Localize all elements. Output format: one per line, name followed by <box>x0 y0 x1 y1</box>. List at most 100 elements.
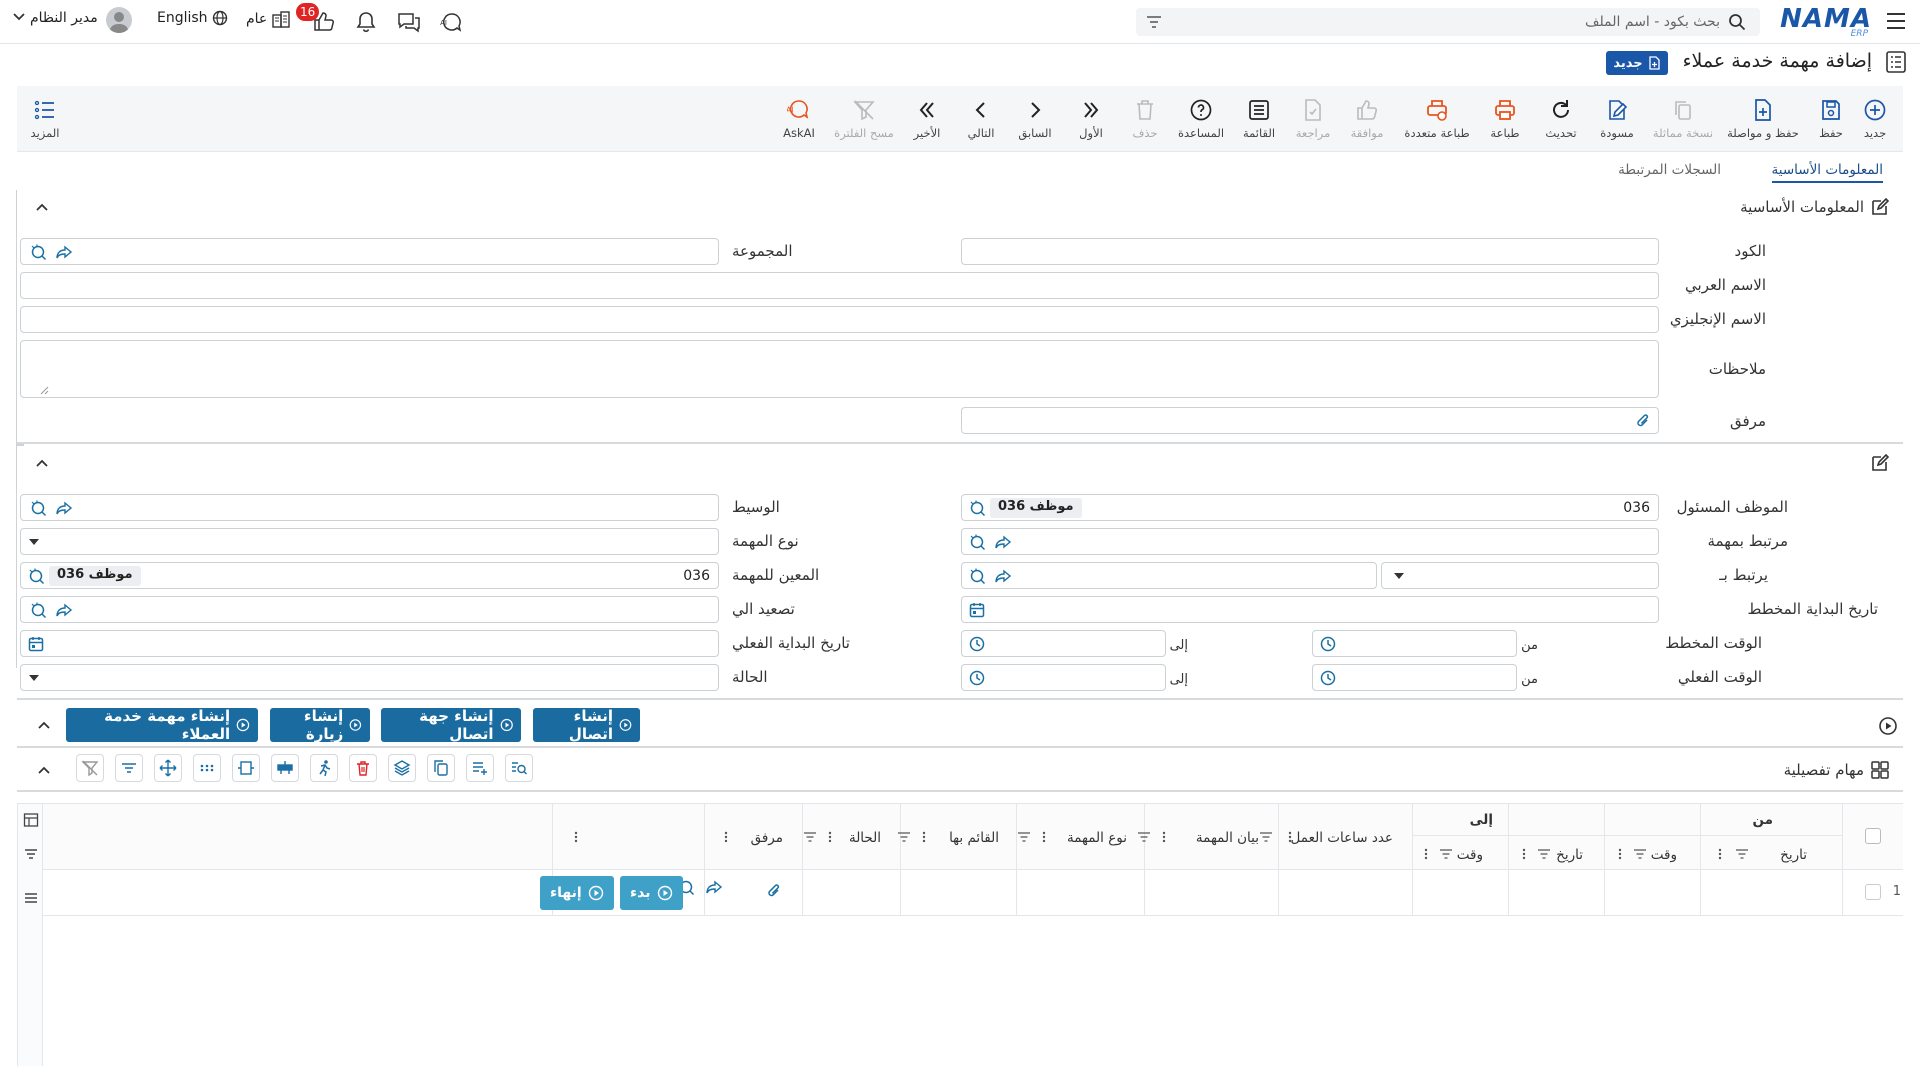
table-row[interactable] <box>43 870 1903 916</box>
lookup-search-icon[interactable] <box>968 499 986 517</box>
escalate-to-input[interactable] <box>20 596 719 623</box>
help-button[interactable]: المساعدة <box>1173 86 1229 152</box>
share-arrow-icon[interactable] <box>705 878 723 896</box>
lookup-search-icon[interactable] <box>29 499 47 517</box>
collapse-chevron-icon[interactable] <box>36 762 52 778</box>
planned-time-to-input[interactable] <box>961 630 1166 657</box>
grid-copy-button[interactable] <box>427 754 455 782</box>
multi-print-button[interactable]: طباعة متعددة <box>1397 86 1477 152</box>
column-menu-icon[interactable] <box>1161 830 1167 844</box>
column-menu-icon[interactable] <box>1041 830 1047 844</box>
review-button[interactable]: مراجعة <box>1285 86 1341 152</box>
from-date-header[interactable]: تاريخ <box>1780 847 1807 863</box>
share-arrow-icon[interactable] <box>994 567 1012 585</box>
arabic-name-input[interactable] <box>20 272 1659 299</box>
column-filter-icon[interactable] <box>1259 830 1273 844</box>
tab-related-records[interactable]: السجلات المرتبطة <box>1618 162 1721 178</box>
lookup-search-icon[interactable] <box>968 567 986 585</box>
group-input[interactable] <box>20 238 719 265</box>
lookup-search-icon[interactable] <box>968 533 986 551</box>
chat-icon[interactable] <box>397 11 421 33</box>
column-menu-icon[interactable] <box>1717 847 1723 861</box>
planned-start-date-input[interactable] <box>961 596 1659 623</box>
actual-start-date-input[interactable] <box>20 630 719 657</box>
responsible-employee-input[interactable]: 036 موظف 036 <box>961 494 1659 521</box>
lookup-search-icon[interactable] <box>29 243 47 261</box>
clear-filter-button[interactable]: مسح الفلترة <box>829 86 899 152</box>
to-date-header[interactable]: تاريخ <box>1556 847 1583 863</box>
lookup-search-icon[interactable] <box>27 567 45 585</box>
task-assignee-input[interactable]: 036 موظف 036 <box>20 562 719 589</box>
row-checkbox[interactable] <box>1865 884 1881 900</box>
delete-button[interactable]: حذف <box>1117 86 1173 152</box>
language-switch[interactable]: English <box>157 10 228 26</box>
lookup-search-icon[interactable] <box>29 601 47 619</box>
column-menu-icon[interactable] <box>1423 847 1429 861</box>
create-contact-button[interactable]: إنشاء اتصال <box>533 707 640 743</box>
menu-icon[interactable] <box>1886 12 1906 30</box>
ai-assistant-icon[interactable]: AI <box>440 11 464 33</box>
create-contact-party-button[interactable]: إنشاء جهة اتصال <box>381 707 521 743</box>
column-filter-icon[interactable] <box>803 830 817 844</box>
from-time-header[interactable]: وقت <box>1651 847 1677 863</box>
tab-basic-info[interactable]: المعلومات الأساسية <box>1771 162 1883 183</box>
search-icon[interactable] <box>1728 13 1746 31</box>
planned-time-from-input[interactable] <box>1312 630 1517 657</box>
askai-button[interactable]: AI AskAI <box>771 86 827 152</box>
bell-icon[interactable] <box>356 11 376 33</box>
grid-dots-button[interactable] <box>193 754 221 782</box>
grid-fit-button[interactable] <box>232 754 260 782</box>
column-menu-icon[interactable] <box>921 830 927 844</box>
actual-time-from-input[interactable] <box>1312 664 1517 691</box>
task-statement-header[interactable]: بيان المهمة <box>1196 830 1259 846</box>
dropdown-caret-icon[interactable] <box>29 538 39 546</box>
resize-handle-icon[interactable] <box>39 385 49 395</box>
more-button[interactable]: المزيد <box>17 86 73 152</box>
paperclip-icon[interactable] <box>1634 412 1652 430</box>
last-button[interactable]: الأخير <box>899 86 955 152</box>
filters-panel-icon[interactable] <box>23 846 39 862</box>
column-filter-icon[interactable] <box>1735 847 1749 861</box>
attachment-input[interactable] <box>961 407 1659 434</box>
grid-filter-button[interactable] <box>115 754 143 782</box>
clock-icon[interactable] <box>1319 669 1337 687</box>
column-filter-icon[interactable] <box>1633 847 1647 861</box>
english-name-input[interactable] <box>20 306 1659 333</box>
create-visit-button[interactable]: إنشاء زيارة <box>270 707 370 743</box>
grid-clear-filter-button[interactable] <box>76 754 104 782</box>
task-type-select[interactable] <box>20 528 719 555</box>
share-arrow-icon[interactable] <box>55 499 73 517</box>
grid-merge-button[interactable] <box>271 754 299 782</box>
create-cs-task-button[interactable]: إنشاء مهمة خدمة العملاء <box>66 707 258 743</box>
select-all-checkbox[interactable] <box>1865 828 1881 844</box>
share-arrow-icon[interactable] <box>994 533 1012 551</box>
user-name[interactable]: مدير النظام <box>30 10 98 26</box>
column-menu-icon[interactable] <box>1617 847 1623 861</box>
notes-textarea[interactable] <box>20 340 1659 398</box>
start-button[interactable]: بدء <box>620 876 683 910</box>
grid-add-row-button[interactable] <box>466 754 494 782</box>
code-input[interactable] <box>961 238 1659 265</box>
grid-move-button[interactable] <box>154 754 182 782</box>
to-time-header[interactable]: وقت <box>1457 847 1483 863</box>
clock-icon[interactable] <box>968 669 986 687</box>
column-menu-icon[interactable] <box>1521 847 1527 861</box>
nama-logo[interactable]: NAMA ERP <box>1780 4 1872 39</box>
grid-search-button[interactable] <box>505 754 533 782</box>
linked-to-input[interactable] <box>961 562 1377 589</box>
public-switch[interactable]: عام <box>246 10 291 28</box>
grid-delete-button[interactable] <box>349 754 377 782</box>
broker-input[interactable] <box>20 494 719 521</box>
dropdown-caret-icon[interactable] <box>29 674 39 682</box>
previous-button[interactable]: السابق <box>1007 86 1063 152</box>
column-filter-icon[interactable] <box>1537 847 1551 861</box>
calendar-icon[interactable] <box>968 601 986 619</box>
share-arrow-icon[interactable] <box>55 243 73 261</box>
refresh-button[interactable]: تحديث <box>1533 86 1589 152</box>
linked-to-type-select[interactable] <box>1381 562 1659 589</box>
column-menu-icon[interactable] <box>573 830 579 844</box>
column-filter-icon[interactable] <box>1439 847 1453 861</box>
column-menu-icon[interactable] <box>827 830 833 844</box>
attachment-header[interactable]: مرفق <box>751 830 783 846</box>
collapse-chevron-icon[interactable] <box>34 455 50 471</box>
